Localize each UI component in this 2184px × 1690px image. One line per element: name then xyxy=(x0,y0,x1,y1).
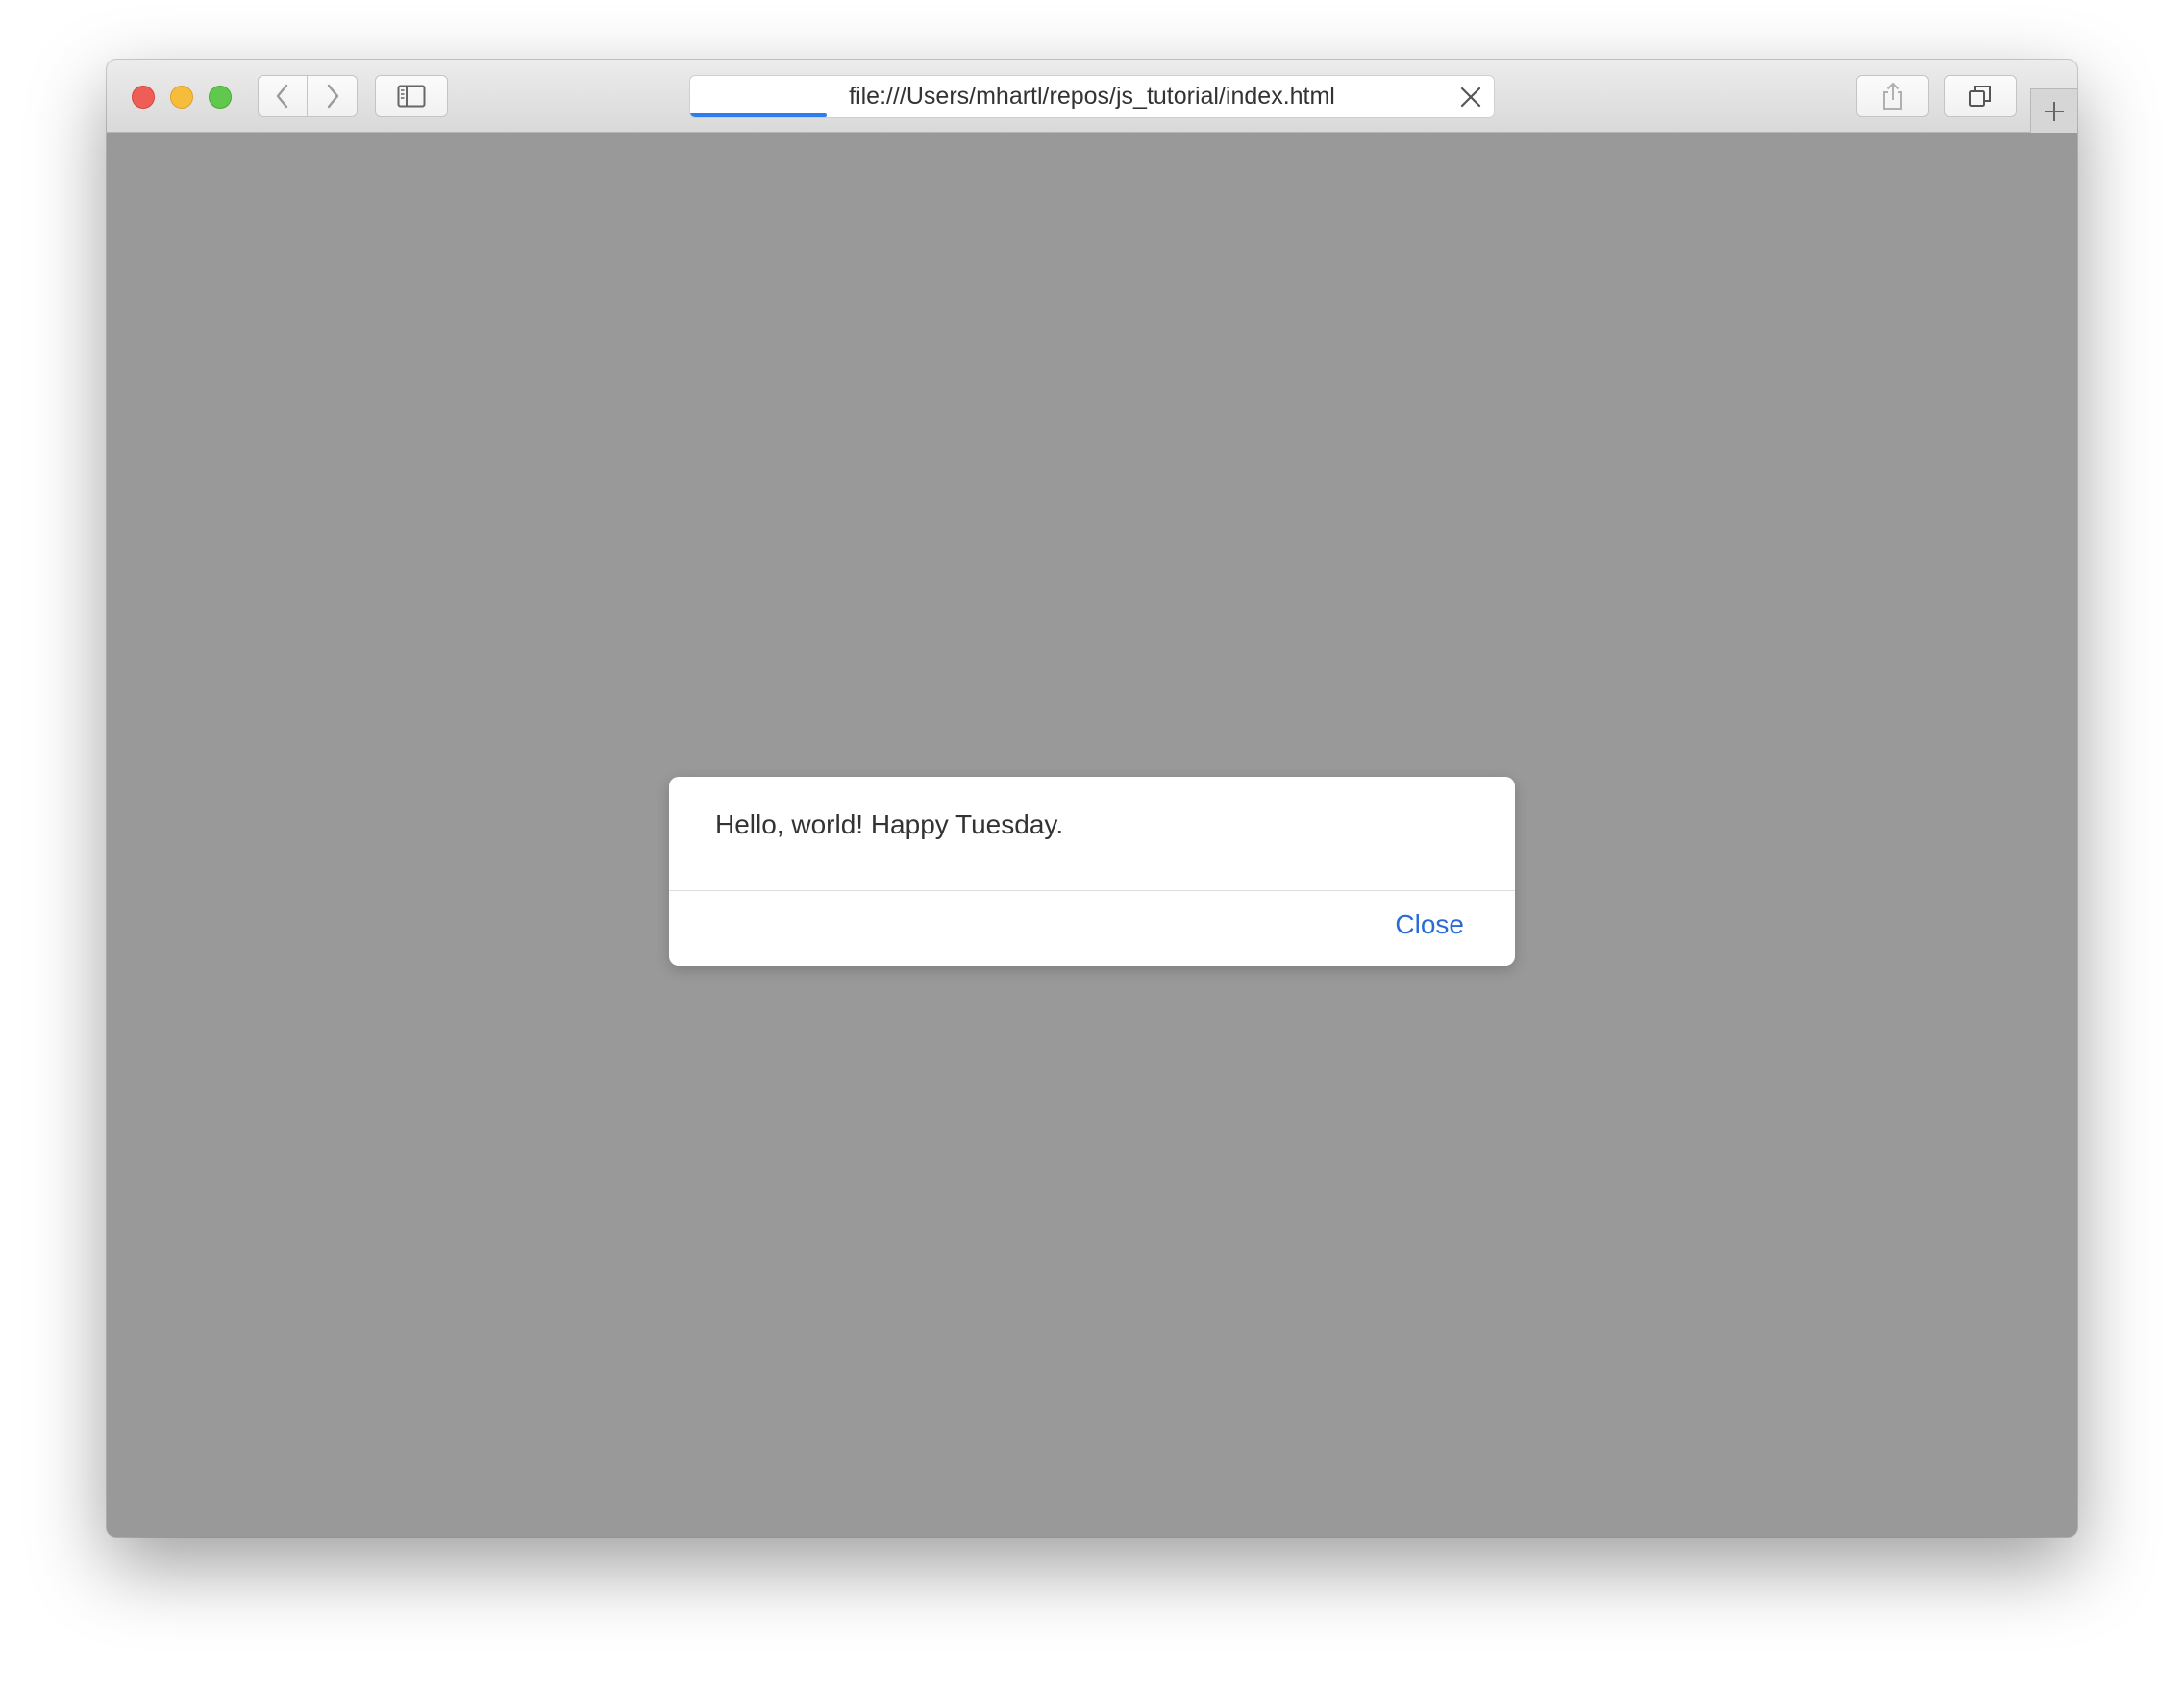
page-content-overlay: Hello, world! Happy Tuesday. Close xyxy=(107,133,2077,1537)
url-text[interactable]: file:///Users/mhartl/repos/js_tutorial/i… xyxy=(690,76,1494,117)
forward-button[interactable] xyxy=(308,75,358,117)
toolbar: file:///Users/mhartl/repos/js_tutorial/i… xyxy=(107,60,2077,133)
tab-overview-icon xyxy=(1969,86,1991,107)
chevron-left-icon xyxy=(276,84,288,109)
sidebar-icon xyxy=(397,85,426,108)
alert-message: Hello, world! Happy Tuesday. xyxy=(715,809,1064,839)
share-button[interactable] xyxy=(1856,75,1929,117)
plus-icon xyxy=(2045,101,2064,121)
chevron-right-icon xyxy=(327,84,338,109)
share-icon xyxy=(1883,82,1902,110)
close-window-button[interactable] xyxy=(132,86,155,109)
x-mark-icon xyxy=(1460,87,1481,108)
browser-window: file:///Users/mhartl/repos/js_tutorial/i… xyxy=(107,60,2077,1537)
stop-loading-button[interactable] xyxy=(1457,84,1484,111)
close-button[interactable]: Close xyxy=(1395,909,1464,940)
tab-overview-button[interactable] xyxy=(1944,75,2017,117)
page-load-progress xyxy=(690,113,828,117)
sidebar-button[interactable] xyxy=(375,75,448,117)
new-tab-button[interactable] xyxy=(2030,88,2077,133)
maximize-window-button[interactable] xyxy=(209,86,232,109)
dialog-divider xyxy=(669,890,1515,891)
minimize-window-button[interactable] xyxy=(170,86,193,109)
alert-dialog: Hello, world! Happy Tuesday. Close xyxy=(669,777,1515,966)
address-bar[interactable]: file:///Users/mhartl/repos/js_tutorial/i… xyxy=(689,75,1495,118)
back-button[interactable] xyxy=(258,75,308,117)
